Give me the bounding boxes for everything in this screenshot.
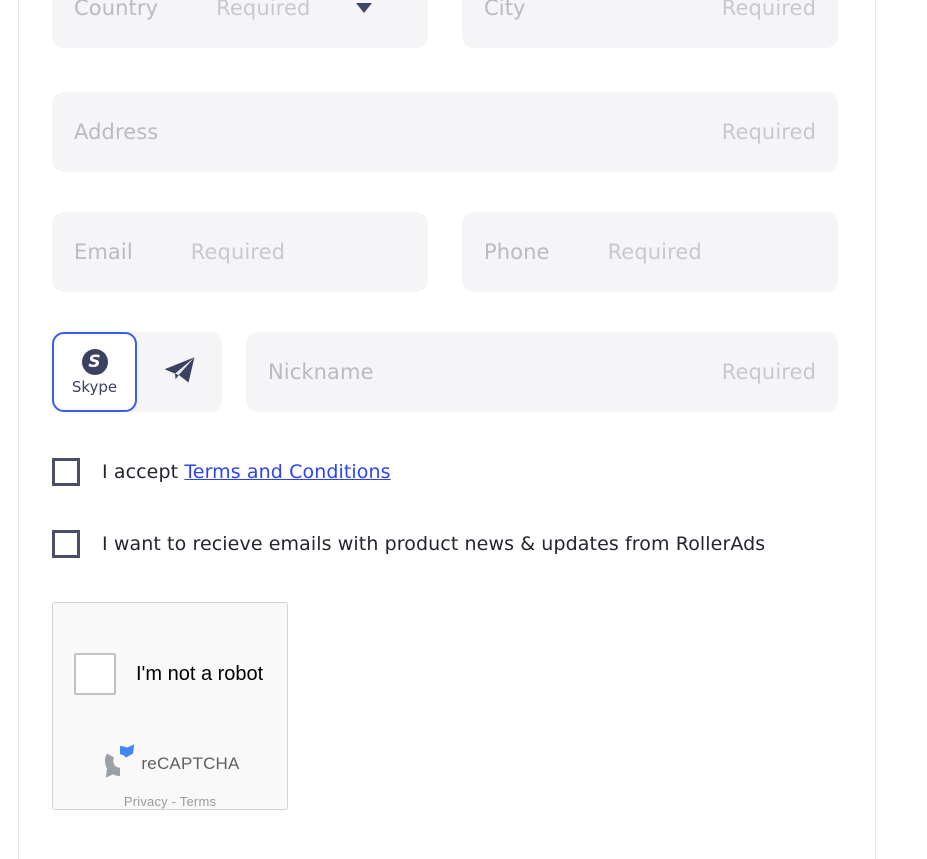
messenger-option-skype-label: Skype <box>71 378 118 396</box>
phone-placeholder: Phone <box>484 240 550 264</box>
messenger-row: S Skype Nickname Required <box>52 332 838 412</box>
newsletter-consent-label: I want to recieve emails with product ne… <box>102 533 766 555</box>
recaptcha-label: I'm not a robot <box>136 662 264 685</box>
chevron-down-icon[interactable] <box>356 3 373 13</box>
panel-right-border <box>875 0 876 859</box>
recaptcha-brand-text: reCAPTCHA <box>141 753 240 773</box>
country-city-row: Country Required City Required <box>52 0 838 48</box>
address-required-label: Required <box>721 120 816 144</box>
telegram-icon <box>163 355 197 389</box>
recaptcha-logo-line: reCAPTCHA <box>100 741 239 786</box>
terms-consent-prefix: I accept <box>102 461 185 483</box>
recaptcha-widget[interactable]: I'm not a robot reCAPTCHA Privacy - Term… <box>52 602 288 810</box>
country-select[interactable]: Country Required <box>52 0 428 48</box>
terms-consent-row: I accept Terms and Conditions <box>52 458 838 486</box>
phone-input[interactable]: Phone Required <box>462 212 838 292</box>
phone-required-label: Required <box>607 240 702 264</box>
nickname-input[interactable]: Nickname Required <box>246 332 838 412</box>
recaptcha-checkbox[interactable] <box>74 653 116 695</box>
address-placeholder: Address <box>74 120 159 144</box>
recaptcha-main-row: I'm not a robot <box>53 603 287 695</box>
messenger-option-skype[interactable]: S Skype <box>52 332 137 412</box>
country-placeholder: Country <box>74 0 159 20</box>
nickname-required-label: Required <box>721 360 816 384</box>
terms-and-conditions-link[interactable]: Terms and Conditions <box>184 461 390 483</box>
registration-form: Country Required City Required Address R… <box>52 0 838 810</box>
skype-icon: S <box>81 349 108 375</box>
newsletter-checkbox[interactable] <box>52 530 80 558</box>
city-placeholder: City <box>484 0 526 20</box>
newsletter-consent-row: I want to recieve emails with product ne… <box>52 530 838 558</box>
messenger-option-telegram[interactable] <box>137 332 222 412</box>
city-input[interactable]: City Required <box>462 0 838 48</box>
recaptcha-branding: reCAPTCHA Privacy - Terms <box>53 741 287 809</box>
email-input[interactable]: Email Required <box>52 212 428 292</box>
recaptcha-links: Privacy - Terms <box>124 794 216 809</box>
recaptcha-privacy-link[interactable]: Privacy <box>124 794 168 809</box>
terms-checkbox[interactable] <box>52 458 80 486</box>
email-phone-row: Email Required Phone Required <box>52 212 838 292</box>
email-placeholder: Email <box>74 240 133 264</box>
recaptcha-link-separator: - <box>167 794 180 809</box>
recaptcha-icon <box>100 741 140 786</box>
terms-consent-label: I accept Terms and Conditions <box>102 461 391 483</box>
nickname-placeholder: Nickname <box>268 360 374 384</box>
city-required-label: Required <box>721 0 816 20</box>
messenger-selector: S Skype <box>52 332 222 412</box>
recaptcha-terms-link[interactable]: Terms <box>180 794 216 809</box>
email-required-label: Required <box>190 240 286 264</box>
panel-left-border <box>18 0 19 859</box>
country-required-label: Required <box>216 0 311 20</box>
address-input[interactable]: Address Required <box>52 92 838 172</box>
